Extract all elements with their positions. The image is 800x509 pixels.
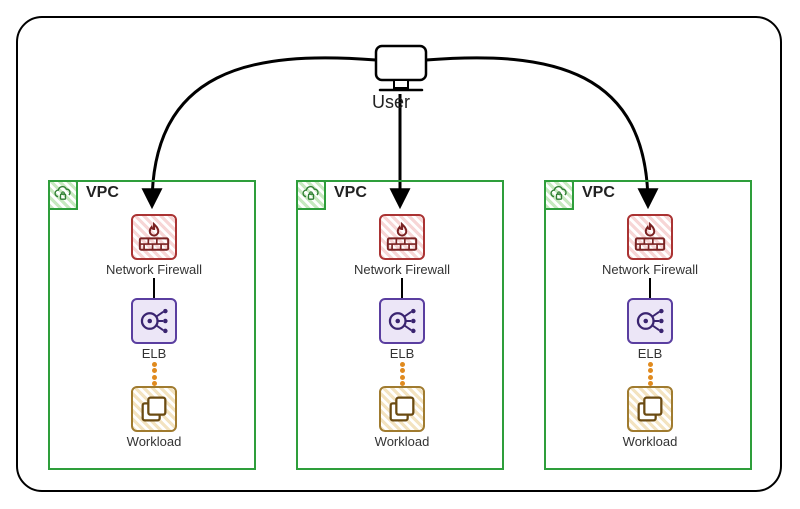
workload-label: Workload (332, 434, 472, 449)
vpc-badge-icon (544, 180, 574, 210)
vpc-badge-icon (48, 180, 78, 210)
diagram-canvas: User VPC Network Firewall ELB Workload V… (0, 0, 800, 509)
network-firewall-node (627, 214, 673, 260)
vpc-container-2: VPC Network Firewall ELB Workload (296, 180, 504, 470)
connector-elb-workload (399, 362, 405, 386)
elb-label: ELB (580, 346, 720, 361)
vpc-title: VPC (582, 184, 615, 202)
vpc-badge-icon (296, 180, 326, 210)
workload-label: Workload (580, 434, 720, 449)
vpc-container-3: VPC Network Firewall ELB Workload (544, 180, 752, 470)
network-firewall-node (131, 214, 177, 260)
vpc-title: VPC (86, 184, 119, 202)
vpc-title: VPC (334, 184, 367, 202)
elb-label: ELB (84, 346, 224, 361)
user-label: User (372, 92, 410, 113)
elb-node (131, 298, 177, 344)
vpc-container-1: VPC Network Firewall ELB Workload (48, 180, 256, 470)
workload-label: Workload (84, 434, 224, 449)
elb-label: ELB (332, 346, 472, 361)
workload-node (627, 386, 673, 432)
network-firewall-label: Network Firewall (332, 262, 472, 277)
connector-firewall-elb (153, 278, 155, 298)
elb-node (379, 298, 425, 344)
workload-node (379, 386, 425, 432)
connector-firewall-elb (401, 278, 403, 298)
workload-node (131, 386, 177, 432)
connector-firewall-elb (649, 278, 651, 298)
network-firewall-label: Network Firewall (84, 262, 224, 277)
elb-node (627, 298, 673, 344)
network-firewall-node (379, 214, 425, 260)
network-firewall-label: Network Firewall (580, 262, 720, 277)
connector-elb-workload (647, 362, 653, 386)
connector-elb-workload (151, 362, 157, 386)
